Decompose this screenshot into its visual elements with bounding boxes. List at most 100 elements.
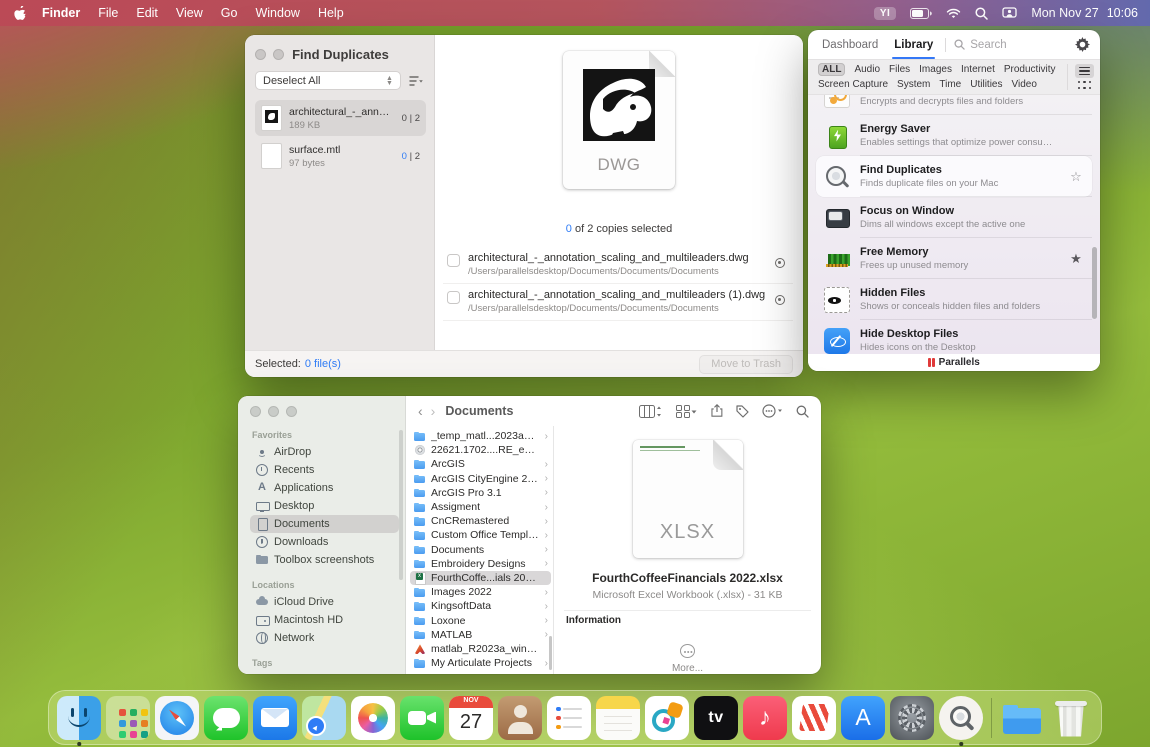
user-switch-icon[interactable] — [1002, 7, 1017, 20]
category-internet[interactable]: Internet — [961, 64, 995, 75]
more-ellipsis-icon[interactable] — [680, 644, 695, 658]
dock-item-downloads[interactable] — [999, 695, 1045, 741]
forward-button[interactable]: › — [431, 404, 436, 418]
file-row-kingsoftdata[interactable]: KingsoftData › — [410, 599, 551, 613]
sidebar-item-recents[interactable]: Recents — [250, 461, 399, 479]
sidebar-item-toolbox-screenshots[interactable]: Toolbox screenshots — [250, 551, 399, 569]
menu-item-file[interactable]: File — [89, 6, 127, 20]
tool-row-encrypt-files[interactable]: Encrypt Files Encrypts and decrypts file… — [816, 95, 1092, 115]
file-row-cncremastered[interactable]: CnCRemastered › — [410, 514, 551, 528]
dock-item-reminders[interactable] — [546, 695, 592, 741]
more-label[interactable]: More... — [672, 663, 703, 674]
dock-item-mail[interactable] — [252, 695, 298, 741]
dock-item-settings[interactable] — [889, 695, 935, 741]
menu-clock[interactable]: Mon Nov 2710:06 — [1031, 6, 1138, 20]
back-button[interactable]: ‹ — [418, 404, 423, 418]
file-row-22621-1702-re-en-us-iso[interactable]: 22621.1702....RE_en-us.iso › — [410, 443, 551, 457]
file-row-images-2022[interactable]: Images 2022 › — [410, 585, 551, 599]
sort-options-button[interactable] — [406, 71, 426, 90]
sidebar-item-airdrop[interactable]: AirDrop — [250, 443, 399, 461]
dock-item-divider[interactable] — [987, 695, 996, 741]
window-controls[interactable] — [250, 406, 399, 417]
tool-row-find-duplicates[interactable]: Find Duplicates Finds duplicate files on… — [816, 156, 1092, 197]
reveal-file-icon[interactable] — [775, 258, 785, 268]
search-icon[interactable] — [796, 405, 809, 418]
sidebar-item-desktop[interactable]: Desktop — [250, 497, 399, 515]
group-button[interactable] — [676, 405, 698, 418]
sidebar-item-red[interactable]: Red — [250, 671, 399, 674]
sidebar-item-macintosh-hd[interactable]: Macintosh HD — [250, 611, 399, 629]
file-row-documents[interactable]: Documents › — [410, 543, 551, 557]
menu-item-edit[interactable]: Edit — [127, 6, 167, 20]
sidebar-item-icloud-drive[interactable]: iCloud Drive — [250, 593, 399, 611]
sidebar-item-documents[interactable]: Documents — [250, 515, 399, 533]
apple-logo-icon[interactable] — [14, 6, 27, 21]
tab-library[interactable]: Library — [890, 30, 937, 59]
spotlight-search-icon[interactable] — [975, 7, 988, 20]
menu-item-window[interactable]: Window — [246, 6, 308, 20]
tool-row-focus-on-window[interactable]: Focus on Window Dims all windows except … — [816, 197, 1092, 238]
category-audio[interactable]: Audio — [854, 64, 880, 75]
dock-item-finder[interactable] — [56, 695, 102, 741]
dock-item-messages[interactable] — [203, 695, 249, 741]
file-row-assigment[interactable]: Assigment › — [410, 500, 551, 514]
selection-dropdown[interactable]: Deselect All ▲▼ — [255, 71, 401, 90]
menu-item-go[interactable]: Go — [212, 6, 247, 20]
tag-icon[interactable] — [736, 405, 749, 418]
dock-item-music[interactable]: ♪ — [742, 695, 788, 741]
tool-row-energy-saver[interactable]: Energy Saver Enables settings that optim… — [816, 115, 1092, 156]
more-actions-button[interactable] — [762, 404, 783, 418]
dock-item-news[interactable] — [791, 695, 837, 741]
duplicate-group-row-architectural-annota[interactable]: architectural_-_annota... 189 KB 0 | 2 — [255, 100, 426, 136]
dock-item-find-duplicates[interactable] — [938, 695, 984, 741]
wifi-icon[interactable] — [946, 8, 961, 19]
dock-item-safari[interactable] — [154, 695, 200, 741]
tool-row-hidden-files[interactable]: Hidden Files Shows or conceals hidden fi… — [816, 279, 1092, 320]
file-row-embroidery-designs[interactable]: Embroidery Designs › — [410, 557, 551, 571]
category-screen-capture[interactable]: Screen Capture — [818, 79, 888, 90]
tool-row-free-memory[interactable]: Free Memory Frees up unused memory — [816, 238, 1092, 279]
file-row-temp-matl-2023a-win64[interactable]: _temp_matl...2023a_win64 › — [410, 429, 551, 443]
dock-item-freeform[interactable] — [644, 695, 690, 741]
dock-item-launchpad[interactable] — [105, 695, 151, 741]
file-row-arcgis[interactable]: ArcGIS › — [410, 457, 551, 471]
list-view-button[interactable] — [1075, 64, 1094, 78]
grid-view-button[interactable] — [1078, 80, 1092, 90]
share-icon[interactable] — [711, 404, 723, 418]
sidebar-item-network[interactable]: Network — [250, 629, 399, 647]
parallels-toolbox-menu-icon[interactable]: YI — [874, 7, 896, 20]
file-row-arcgis-pro-3-1[interactable]: ArcGIS Pro 3.1 › — [410, 486, 551, 500]
favorite-star-icon[interactable] — [1068, 251, 1084, 267]
file-row-arcgis-cityengine-2023-0[interactable]: ArcGIS CityEngine 2023.0 › — [410, 472, 551, 486]
dock-item-maps[interactable] — [301, 695, 347, 741]
dock-item-trash[interactable] — [1048, 695, 1094, 741]
category-utilities[interactable]: Utilities — [970, 79, 1002, 90]
menu-item-view[interactable]: View — [167, 6, 212, 20]
dock-item-contacts[interactable] — [497, 695, 543, 741]
category-files[interactable]: Files — [889, 64, 910, 75]
category-time[interactable]: Time — [939, 79, 961, 90]
dock-item-tv[interactable]: tv — [693, 695, 739, 741]
reveal-file-icon[interactable] — [775, 295, 785, 305]
toolbox-search-input[interactable]: Search — [954, 39, 1067, 51]
battery-icon[interactable] — [910, 8, 932, 19]
menu-item-help[interactable]: Help — [309, 6, 353, 20]
sidebar-item-downloads[interactable]: Downloads — [250, 533, 399, 551]
file-row-matlab-r2023a-win64-exe[interactable]: matlab_R2023a_win64.exe › — [410, 642, 551, 656]
sidebar-item-applications[interactable]: Applications — [250, 479, 399, 497]
duplicate-group-row-surface-mtl[interactable]: surface.mtl 97 bytes 0 | 2 — [255, 138, 426, 174]
column-scrollbar[interactable] — [549, 636, 553, 670]
dock-item-facetime[interactable] — [399, 695, 445, 741]
dock-item-appstore[interactable]: A — [840, 695, 886, 741]
tab-dashboard[interactable]: Dashboard — [818, 30, 882, 59]
favorite-star-icon[interactable] — [1068, 169, 1084, 185]
category-productivity[interactable]: Productivity — [1004, 64, 1056, 75]
copy-checkbox[interactable] — [447, 254, 460, 267]
category-images[interactable]: Images — [919, 64, 952, 75]
dock-item-photos[interactable] — [350, 695, 396, 741]
sidebar-item-favorites[interactable]: Favorites — [250, 427, 399, 443]
sidebar-scrollbar[interactable] — [399, 430, 403, 580]
menu-item-finder[interactable]: Finder — [33, 6, 89, 20]
gear-icon[interactable] — [1075, 37, 1090, 52]
category-system[interactable]: System — [897, 79, 930, 90]
